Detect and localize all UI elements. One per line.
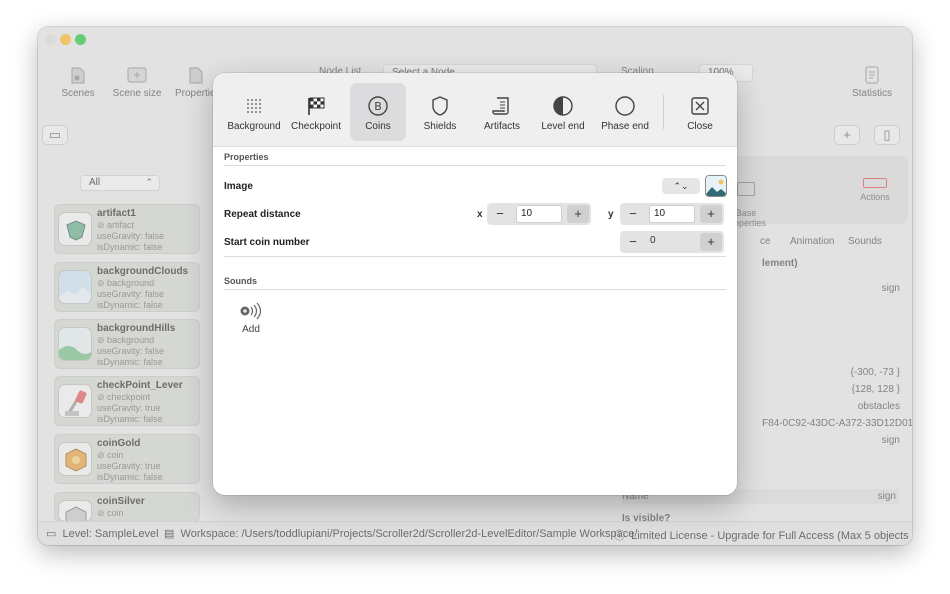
image-select[interactable]: ⌃⌄: [662, 178, 700, 194]
section-divider: [224, 165, 726, 166]
tab-coins[interactable]: B Coins: [350, 83, 406, 141]
tab-phase-end-label: Phase end: [601, 121, 649, 132]
x-increment-button[interactable]: +: [567, 205, 589, 223]
y-axis-label: y: [608, 209, 614, 220]
y-increment-button[interactable]: +: [700, 205, 722, 223]
y-distance-stepper[interactable]: − 10 +: [620, 203, 724, 225]
x-distance-value: 10: [521, 208, 533, 219]
tab-background-label: Background: [227, 121, 281, 132]
tab-artifacts[interactable]: Artifacts: [474, 83, 530, 141]
svg-text:B: B: [374, 100, 382, 113]
sheet-toolbar: Background Checkpoint B Coins Shields Ar…: [213, 73, 737, 147]
y-distance-field[interactable]: 10: [649, 205, 695, 223]
y-decrement-button[interactable]: −: [622, 205, 644, 223]
coins-sheet: Background Checkpoint B Coins Shields Ar…: [213, 73, 737, 495]
start-coin-decrement-button[interactable]: −: [622, 233, 644, 251]
properties-section-title: Properties: [224, 152, 269, 162]
tab-background[interactable]: Background: [226, 83, 282, 141]
section-divider: [224, 289, 726, 290]
x-distance-stepper[interactable]: − 10 +: [487, 203, 591, 225]
tab-level-end-label: Level end: [541, 121, 585, 132]
section-divider: [224, 256, 726, 257]
start-coin-number-label: Start coin number: [224, 237, 310, 248]
image-preview[interactable]: [705, 175, 727, 197]
x-axis-label: x: [477, 209, 483, 220]
start-coin-value: 0: [650, 235, 656, 246]
add-sound-label: Add: [242, 324, 260, 335]
x-distance-field[interactable]: 10: [516, 205, 562, 223]
bitcoin-circle-icon: B: [367, 95, 389, 117]
half-circle-icon: [552, 95, 574, 117]
tab-artifacts-label: Artifacts: [483, 121, 521, 132]
tab-checkpoint-label: Checkpoint: [290, 121, 342, 132]
close-button[interactable]: Close: [672, 83, 728, 141]
close-label: Close: [687, 121, 713, 132]
grid-dots-icon: [243, 95, 265, 117]
checkered-flag-icon: [305, 95, 327, 117]
toolbar-divider: [663, 95, 664, 129]
chevron-updown-icon: ⌃⌄: [673, 181, 689, 191]
close-square-icon: [689, 95, 711, 117]
circle-icon: [614, 95, 636, 117]
repeat-distance-label: Repeat distance: [224, 209, 301, 220]
add-sound-button[interactable]: Add: [237, 301, 265, 335]
tab-shields-label: Shields: [423, 121, 457, 132]
tab-shields[interactable]: Shields: [412, 83, 468, 141]
tab-coins-label: Coins: [365, 121, 391, 132]
start-coin-stepper[interactable]: − 0 +: [620, 231, 724, 253]
add-sound-icon: [239, 302, 263, 324]
tab-level-end[interactable]: Level end: [535, 83, 591, 141]
y-distance-value: 10: [654, 208, 666, 219]
tab-checkpoint[interactable]: Checkpoint: [288, 83, 344, 141]
shield-icon: [429, 95, 451, 117]
tab-phase-end[interactable]: Phase end: [597, 83, 653, 141]
image-label: Image: [224, 181, 253, 192]
start-coin-increment-button[interactable]: +: [700, 233, 722, 251]
scroll-icon: [491, 95, 513, 117]
x-decrement-button[interactable]: −: [489, 205, 511, 223]
sounds-section-title: Sounds: [224, 276, 257, 286]
